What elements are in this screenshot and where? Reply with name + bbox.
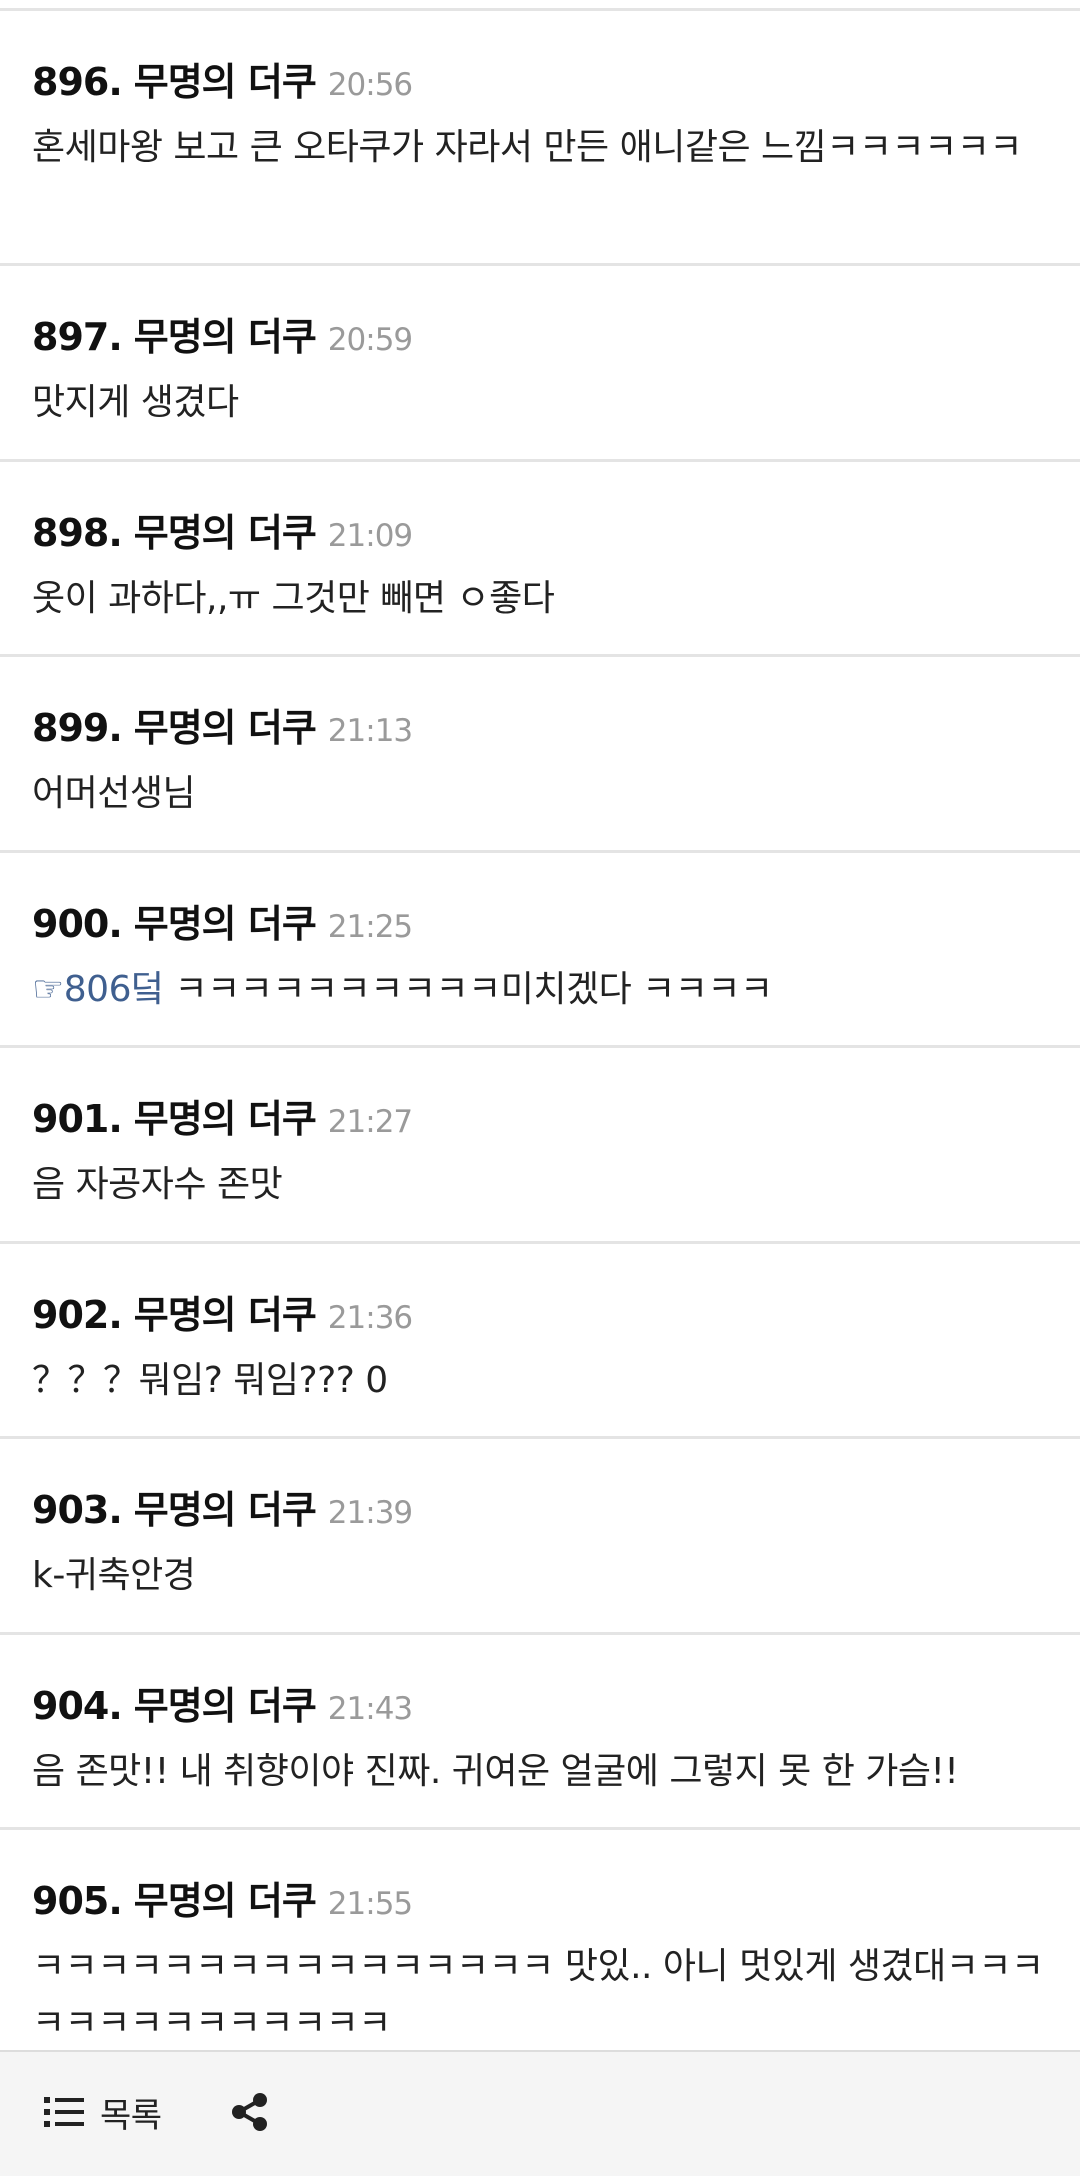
comment-number[interactable]: 901.	[32, 1097, 123, 1141]
comment-text: 어머선생님	[32, 773, 196, 814]
comment-header: 898. 무명의 더쿠 21:09	[32, 502, 1048, 555]
comment-text: ☞806덬 ㅋㅋㅋㅋㅋㅋㅋㅋㅋㅋ미치겠다 ㅋㅋㅋㅋ	[32, 961, 1048, 1018]
comment-time: 20:56	[327, 67, 413, 103]
comment-item[interactable]: 904. 무명의 더쿠 21:43 음 존맛!! 내 취향이야 진짜. 귀여운 …	[0, 1635, 1080, 1830]
comment-time: 21:09	[327, 517, 413, 554]
comment-time: 20:59	[327, 322, 413, 358]
comment-item[interactable]: 897. 무명의 더쿠 20:59 맛지게 생겼다	[0, 266, 1080, 462]
comment-item[interactable]: 899. 무명의 더쿠 21:13 어머선생님	[0, 657, 1080, 853]
comment-item[interactable]: 902. 무명의 더쿠 21:36 ？？？뭐임? 뭐임??? 0	[0, 1244, 1080, 1439]
comment-number[interactable]: 899.	[32, 706, 123, 750]
list-button-label: 목록	[100, 2095, 162, 2136]
comment-number[interactable]: 896.	[32, 60, 123, 104]
comment-author: 무명의 더쿠	[133, 315, 317, 359]
comment-author: 무명의 더쿠	[133, 1683, 317, 1728]
comment-header: 900. 무명의 더쿠 21:25	[32, 893, 1048, 946]
comment-header: 902. 무명의 더쿠 21:36	[32, 1284, 1048, 1337]
comment-author: 무명의 더쿠	[133, 706, 317, 750]
comment-time: 21:25	[327, 908, 413, 945]
comment-header: 903. 무명의 더쿠 21:39	[32, 1479, 1048, 1532]
comment-author: 무명의 더쿠	[133, 510, 317, 555]
comment-text: 옷이 과하다,,ㅠ 그것만 빼면 ㅇ좋다	[32, 577, 555, 619]
comment-text: ㅋㅋㅋㅋㅋㅋㅋㅋㅋㅋㅋㅋㅋㅋㅋㅋ 맛있.. 아니 멋있게 생겼대ㅋㅋㅋㅋㅋㅋㅋㅋ…	[32, 1946, 1044, 2044]
comment-number[interactable]: 904.	[32, 1684, 123, 1728]
bottom-toolbar: 목록	[0, 2050, 1080, 2176]
comment-author: 무명의 더쿠	[133, 1292, 317, 1337]
comment-item[interactable]: 898. 무명의 더쿠 21:09 옷이 과하다,,ㅠ 그것만 빼면 ㅇ좋다	[0, 462, 1080, 657]
comment-number[interactable]: 903.	[32, 1488, 123, 1532]
comment-author: 무명의 더쿠	[133, 1488, 317, 1532]
comment-number[interactable]: 902.	[32, 1293, 123, 1337]
comment-text: 맛지게 생겼다	[32, 382, 239, 423]
comment-author: 무명의 더쿠	[133, 901, 317, 946]
comment-number[interactable]: 898.	[32, 511, 123, 555]
comment-item[interactable]: 900. 무명의 더쿠 21:25 ☞806덬 ㅋㅋㅋㅋㅋㅋㅋㅋㅋㅋ미치겠다 ㅋ…	[0, 853, 1080, 1048]
comment-time: 21:43	[327, 1690, 413, 1727]
comment-time: 21:55	[327, 1886, 413, 1922]
comment-time: 21:36	[327, 1299, 413, 1336]
comment-text-content: ㅋㅋㅋㅋㅋㅋㅋㅋㅋㅋ미치겠다 ㅋㅋㅋㅋ	[163, 968, 774, 1010]
list-button[interactable]: 목록	[44, 2087, 162, 2137]
page: 896. 무명의 더쿠 20:56 혼세마왕 보고 큰 오타쿠가 자라서 만든 …	[0, 0, 1080, 2176]
comment-item[interactable]: 896. 무명의 더쿠 20:56 혼세마왕 보고 큰 오타쿠가 자라서 만든 …	[0, 11, 1080, 266]
share-button[interactable]	[230, 2092, 270, 2132]
comment-number[interactable]: 900.	[32, 902, 123, 946]
comment-item[interactable]: 901. 무명의 더쿠 21:27 음 자공자수 존맛	[0, 1048, 1080, 1244]
comment-item[interactable]: 903. 무명의 더쿠 21:39 k-귀축안경	[0, 1439, 1080, 1635]
comment-header: 901. 무명의 더쿠 21:27	[32, 1088, 1048, 1141]
comment-text: 음 자공자수 존맛	[32, 1164, 283, 1205]
comment-number[interactable]: 897.	[32, 315, 123, 359]
comment-author: 무명의 더쿠	[133, 60, 317, 104]
reply-anchor-link[interactable]: ☞806덬	[32, 969, 164, 1010]
comment-time: 21:27	[327, 1104, 413, 1140]
comment-header: 897. 무명의 더쿠 20:59	[32, 306, 1048, 359]
comment-time: 21:39	[327, 1495, 413, 1531]
comment-header: 899. 무명의 더쿠 21:13	[32, 697, 1048, 750]
comment-number[interactable]: 905.	[32, 1879, 123, 1923]
comment-time: 21:13	[327, 713, 413, 749]
comment-text: 혼세마왕 보고 큰 오타쿠가 자라서 만든 애니같은 느낌ㅋㅋㅋㅋㅋㅋ	[32, 127, 1022, 168]
comment-header: 904. 무명의 더쿠 21:43	[32, 1675, 1048, 1728]
comment-text: k-귀축안경	[32, 1555, 196, 1596]
share-icon	[232, 2093, 267, 2131]
comment-list: 896. 무명의 더쿠 20:56 혼세마왕 보고 큰 오타쿠가 자라서 만든 …	[0, 11, 1080, 2090]
comment-header: 905. 무명의 더쿠 21:55	[32, 1870, 1048, 1923]
comment-header: 896. 무명의 더쿠 20:56	[32, 51, 1048, 104]
comment-author: 무명의 더쿠	[133, 1097, 317, 1141]
list-icon	[44, 2097, 84, 2127]
comment-text: 음 존맛!! 내 취향이야 진짜. 귀여운 얼굴에 그렇지 못 한 가슴!!	[32, 1750, 959, 1792]
comment-text: ？？？뭐임? 뭐임??? 0	[32, 1359, 388, 1401]
comment-author: 무명의 더쿠	[133, 1879, 317, 1923]
